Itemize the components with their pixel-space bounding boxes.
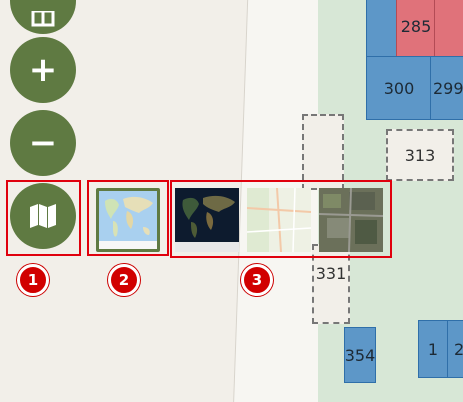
- highlight-box-1: [6, 180, 81, 256]
- lot-label: 1: [427, 339, 439, 359]
- basemap-street-thumbnail[interactable]: [96, 188, 160, 252]
- lot-parcel-outline[interactable]: [302, 114, 344, 190]
- basemap-light-thumbnail[interactable]: [246, 187, 312, 253]
- lot-label: 354: [344, 345, 376, 365]
- step-badge-2: 2: [108, 264, 140, 296]
- lot-label: 299: [433, 78, 463, 98]
- lot-parcel[interactable]: 285: [396, 0, 436, 57]
- lot-label: 313: [404, 145, 436, 165]
- lot-parcel[interactable]: 2: [447, 320, 463, 378]
- lot-label: 300: [383, 78, 415, 98]
- lot-parcel-outline[interactable]: 313: [386, 129, 454, 181]
- grid-icon: [31, 11, 55, 27]
- lot-parcel[interactable]: 300: [366, 56, 432, 120]
- street-grid-icon: [246, 187, 312, 253]
- lot-label: 331: [315, 264, 347, 283]
- basemap-dark-thumbnail[interactable]: [175, 188, 239, 252]
- lot-label: 2: [454, 339, 463, 359]
- lot-label: 285: [400, 16, 432, 36]
- lot-parcel[interactable]: 1: [418, 320, 448, 378]
- lot-parcel[interactable]: 354: [344, 327, 376, 383]
- minus-icon: −: [28, 123, 58, 163]
- lot-parcel[interactable]: 299: [430, 56, 463, 120]
- zoom-in-button[interactable]: +: [10, 37, 76, 103]
- zoom-out-button[interactable]: −: [10, 110, 76, 176]
- step-badge-1: 1: [17, 264, 49, 296]
- world-map-icon: [99, 191, 157, 249]
- step-badge-3: 3: [241, 264, 273, 296]
- aerial-photo-icon: [318, 187, 384, 253]
- lot-parcel[interactable]: [366, 0, 398, 57]
- lot-parcel[interactable]: [434, 0, 463, 57]
- plus-icon: +: [28, 50, 58, 90]
- dark-world-icon: [175, 188, 239, 252]
- basemap-satellite-thumbnail[interactable]: [318, 187, 384, 253]
